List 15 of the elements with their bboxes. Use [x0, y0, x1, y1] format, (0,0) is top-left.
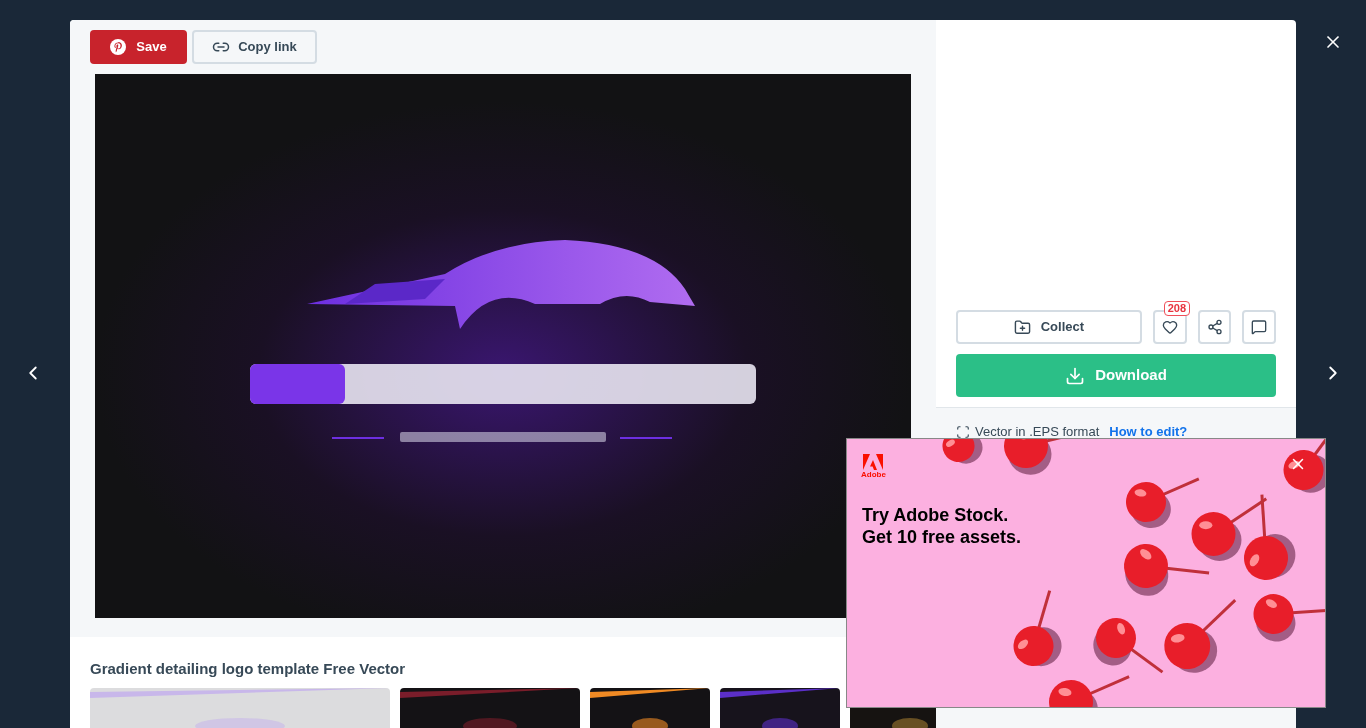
folder-add-icon [1013, 318, 1031, 336]
format-label: Vector in .EPS format [975, 423, 1100, 441]
image-title: Gradient detailing logo template Free Vector [90, 659, 407, 679]
comment-icon [1251, 319, 1268, 335]
share-button[interactable] [1197, 310, 1232, 344]
pinterest-icon [110, 39, 127, 55]
download-icon [1065, 365, 1086, 386]
copy-link-button[interactable]: Copy link [192, 30, 317, 64]
collect-button[interactable]: Collect [956, 310, 1142, 344]
comment-button[interactable] [1242, 310, 1276, 344]
like-count: 208 [1163, 301, 1191, 316]
share-icon [1206, 319, 1223, 335]
heart-icon [1161, 319, 1178, 335]
save-button[interactable]: Save [90, 30, 187, 64]
how-to-edit-link[interactable]: How to edit? [1109, 422, 1188, 442]
